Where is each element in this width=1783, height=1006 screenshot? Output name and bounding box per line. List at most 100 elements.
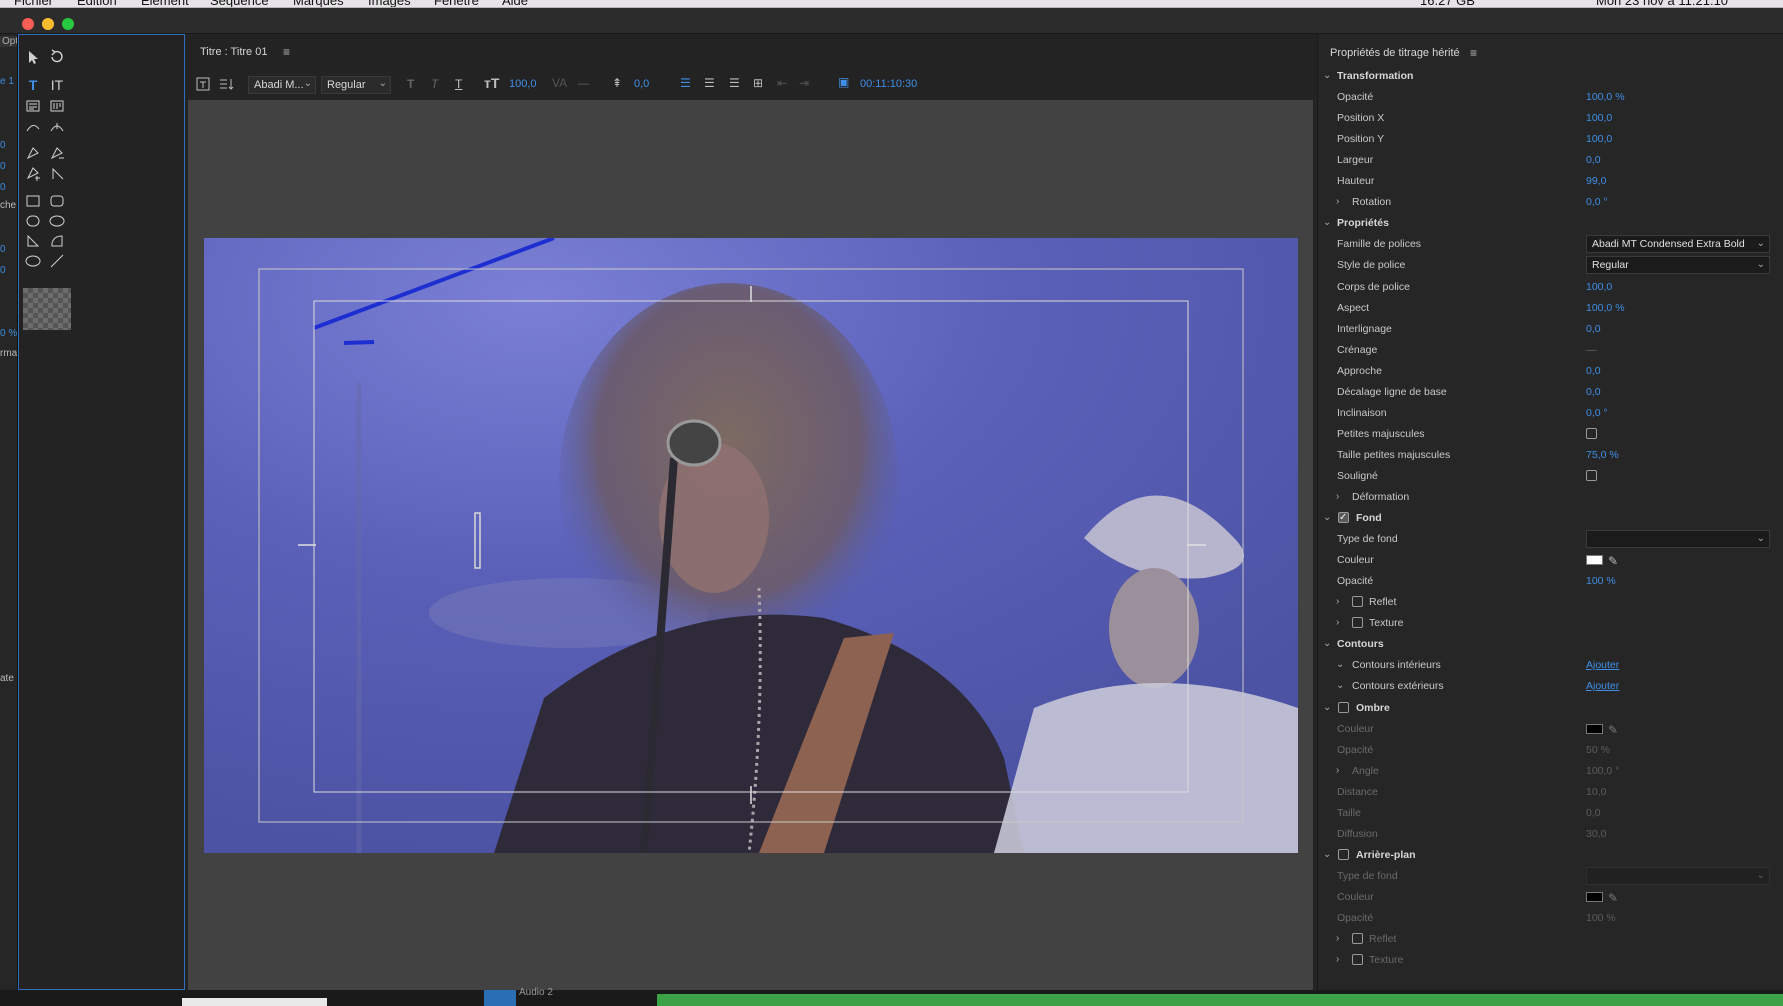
add-anchor-tool-icon[interactable]	[23, 163, 43, 183]
chevron-right-icon[interactable]: ›	[1336, 593, 1339, 611]
video-preview[interactable]	[204, 238, 1298, 853]
clipped-corner-rectangle-tool-icon[interactable]	[23, 211, 43, 231]
path-type-tool-icon[interactable]	[23, 117, 43, 137]
color-swatch[interactable]	[1586, 555, 1603, 566]
property-checkbox[interactable]	[1586, 427, 1597, 439]
tab-stops-icon[interactable]: ⊞	[753, 76, 763, 90]
wedge-tool-icon[interactable]	[23, 231, 43, 251]
font-style-dropdown[interactable]: Regular ⌄	[321, 76, 391, 94]
left-to-right-icon[interactable]: ⇤	[777, 76, 787, 90]
chevron-right-icon[interactable]: ›	[1336, 762, 1339, 780]
property-dropdown[interactable]: Regular ⌄	[1586, 256, 1770, 275]
style-swatch-preview[interactable]	[23, 288, 71, 330]
property-value[interactable]: 0,0	[1586, 804, 1601, 822]
show-background-video-icon[interactable]: ▣	[838, 75, 849, 89]
new-title-icon[interactable]	[196, 77, 210, 94]
ellipse-tool-icon[interactable]	[23, 251, 43, 271]
menu-item[interactable]: Fenêtre	[434, 0, 479, 7]
chevron-right-icon[interactable]: ›	[1336, 614, 1339, 632]
chevron-down-icon[interactable]: ⌄	[1323, 846, 1331, 864]
eyedropper-icon[interactable]: ✎	[1608, 721, 1618, 739]
line-tool-icon[interactable]	[47, 251, 67, 271]
section-checkbox[interactable]	[1352, 933, 1363, 945]
add-stroke-link[interactable]: Ajouter	[1586, 677, 1619, 695]
vertical-type-tool-icon[interactable]: IT	[47, 75, 67, 95]
arc-tool-icon[interactable]	[47, 231, 67, 251]
menu-item[interactable]: Images	[368, 0, 411, 7]
underline-icon[interactable]: T	[455, 77, 462, 91]
chevron-down-icon[interactable]: ⌄	[1323, 509, 1331, 527]
delete-anchor-tool-icon[interactable]	[47, 143, 67, 163]
property-checkbox[interactable]	[1586, 469, 1597, 481]
chevron-down-icon[interactable]: ⌄	[1336, 677, 1344, 695]
rotate-tool-icon[interactable]	[47, 47, 67, 67]
font-size-value[interactable]: 100,0	[509, 78, 537, 90]
rounded-rectangle-tool-icon[interactable]	[47, 191, 67, 211]
property-value[interactable]: —	[1586, 341, 1597, 359]
leading-value[interactable]: 0,0	[634, 78, 649, 90]
chevron-right-icon[interactable]: ›	[1336, 488, 1339, 506]
property-value[interactable]: 75,0 %	[1586, 446, 1619, 464]
property-value[interactable]: 100,0	[1586, 109, 1612, 127]
property-dropdown[interactable]: ⌄	[1586, 530, 1770, 549]
panel-menu-icon[interactable]: ≡	[1470, 46, 1477, 60]
rectangle-tool-icon[interactable]	[23, 191, 43, 211]
align-center-icon[interactable]: ☰	[704, 76, 715, 90]
vertical-area-type-tool-icon[interactable]	[47, 96, 67, 116]
property-value[interactable]: 50 %	[1586, 741, 1610, 759]
property-value[interactable]: 0,0	[1586, 362, 1601, 380]
align-left-icon[interactable]: ☰	[680, 76, 691, 90]
section-checkbox[interactable]	[1338, 848, 1349, 860]
close-window-button[interactable]	[22, 18, 34, 30]
vertical-path-type-tool-icon[interactable]	[47, 117, 67, 137]
minimize-window-button[interactable]	[42, 18, 54, 30]
section-checkbox[interactable]	[1352, 617, 1363, 629]
audio-waveform[interactable]	[657, 994, 1783, 1006]
property-dropdown[interactable]: ⌄	[1586, 866, 1770, 885]
convert-anchor-tool-icon[interactable]	[47, 163, 67, 183]
menu-item[interactable]: Marques	[293, 0, 344, 7]
title-tab[interactable]: Titre : Titre 01	[200, 46, 267, 58]
property-value[interactable]: 100,0	[1586, 130, 1612, 148]
color-swatch[interactable]	[1586, 891, 1603, 902]
section-checkbox[interactable]	[1338, 509, 1349, 527]
clip-block[interactable]	[484, 990, 516, 1006]
chevron-down-icon[interactable]: ⌄	[1323, 699, 1331, 717]
property-value[interactable]: 0,0	[1586, 151, 1601, 169]
roll-crawl-options-icon[interactable]	[218, 77, 234, 94]
property-value[interactable]: 100,0 %	[1586, 88, 1625, 106]
property-value[interactable]: 100,0 °	[1586, 762, 1619, 780]
chevron-down-icon[interactable]: ⌄	[1336, 656, 1344, 674]
menu-item[interactable]: Élément	[141, 0, 189, 7]
zoom-window-button[interactable]	[62, 18, 74, 30]
pen-tool-icon[interactable]	[23, 143, 43, 163]
property-value[interactable]: 0,0	[1586, 383, 1601, 401]
chevron-right-icon[interactable]: ›	[1336, 951, 1339, 969]
property-value[interactable]: 99,0	[1586, 172, 1606, 190]
menu-item[interactable]: Édition	[77, 0, 117, 7]
panel-menu-icon[interactable]: ≡	[283, 45, 290, 59]
chevron-right-icon[interactable]: ›	[1336, 193, 1339, 211]
property-value[interactable]: 30,0	[1586, 825, 1606, 843]
property-value[interactable]: 100 %	[1586, 909, 1616, 927]
timecode-value[interactable]: 00:11:10:30	[860, 78, 917, 90]
property-value[interactable]: 100,0	[1586, 278, 1612, 296]
font-family-dropdown[interactable]: Abadi M... ⌄	[248, 76, 316, 94]
section-checkbox[interactable]	[1352, 596, 1363, 608]
selection-tool-icon[interactable]	[23, 47, 43, 67]
color-swatch[interactable]	[1586, 723, 1603, 734]
kerning-value[interactable]: —	[578, 78, 589, 90]
area-type-tool-icon[interactable]	[23, 96, 43, 116]
property-value[interactable]: 0,0	[1586, 320, 1601, 338]
chevron-down-icon[interactable]: ⌄	[1323, 635, 1331, 653]
align-right-icon[interactable]: ☰	[729, 76, 740, 90]
rounded-corner-rectangle-tool-icon[interactable]	[47, 211, 67, 231]
menu-item[interactable]: Séquence	[210, 0, 269, 7]
section-checkbox[interactable]	[1338, 701, 1349, 713]
bold-icon[interactable]: T	[407, 77, 414, 91]
menu-item[interactable]: Fichier	[14, 0, 53, 7]
menu-item[interactable]: Aide	[502, 0, 528, 7]
property-value[interactable]: 100 %	[1586, 572, 1616, 590]
italic-icon[interactable]: T	[431, 77, 438, 91]
property-value[interactable]: 10,0	[1586, 783, 1606, 801]
